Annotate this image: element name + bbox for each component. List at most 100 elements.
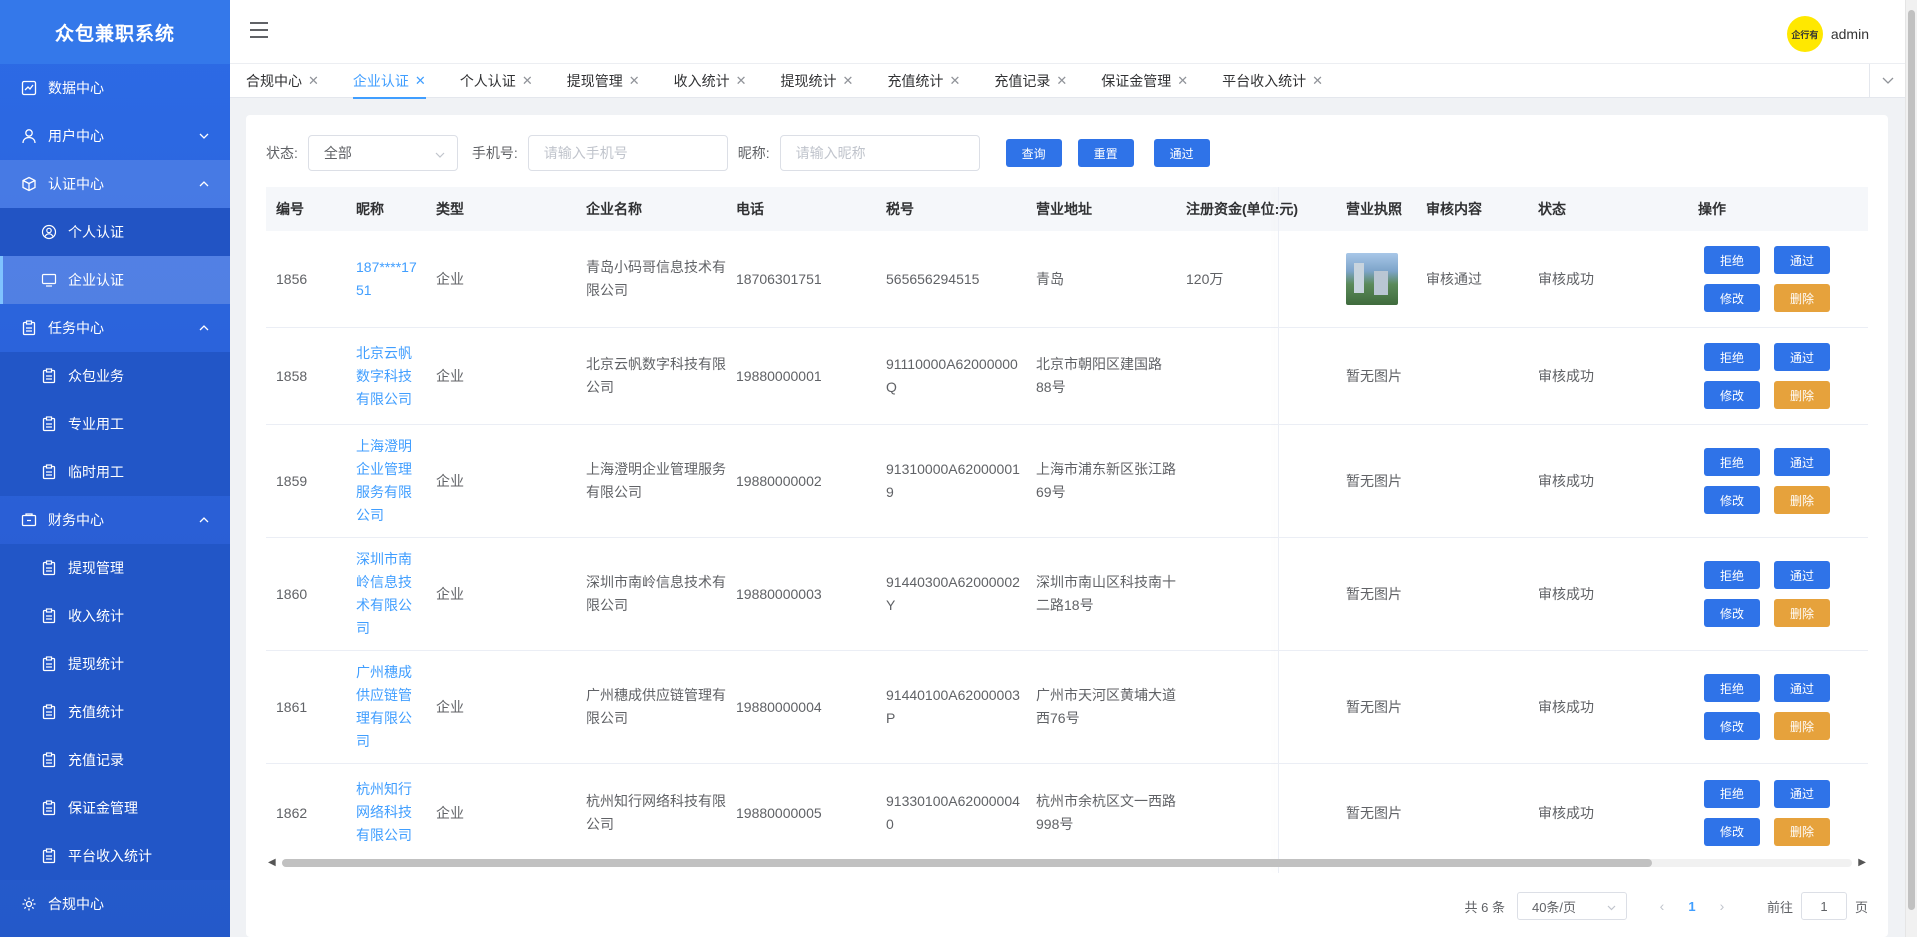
sidebar-item-crowdsource[interactable]: 众包业务 xyxy=(0,352,230,400)
tab-personal-auth[interactable]: 个人认证 ✕ xyxy=(460,64,533,98)
username[interactable]: admin xyxy=(1831,26,1869,42)
reset-button[interactable]: 重置 xyxy=(1077,139,1134,167)
close-icon[interactable]: ✕ xyxy=(1177,73,1188,89)
edit-button[interactable]: 修改 xyxy=(1704,381,1760,409)
scrollbar-thumb[interactable] xyxy=(1908,10,1915,910)
phone-input[interactable] xyxy=(543,145,712,161)
tab-enterprise-auth[interactable]: 企业认证 ✕ xyxy=(352,64,426,99)
sidebar-item-platform-income[interactable]: 平台收入统计 xyxy=(0,832,230,880)
edit-button[interactable]: 修改 xyxy=(1704,284,1760,312)
table-horizontal-scrollbar[interactable]: ◀ ▶ xyxy=(266,855,1868,869)
query-button[interactable]: 查询 xyxy=(1005,139,1062,167)
approve-row-button[interactable]: 通过 xyxy=(1774,674,1830,702)
close-icon[interactable]: ✕ xyxy=(949,73,960,89)
sidebar-item-auth-center[interactable]: 认证中心 xyxy=(0,160,230,208)
sidebar-item-withdraw-mgmt[interactable]: 提现管理 xyxy=(0,544,230,592)
edit-button[interactable]: 修改 xyxy=(1704,599,1760,627)
nickname-input[interactable] xyxy=(795,145,964,161)
scrollbar-thumb[interactable] xyxy=(282,859,1652,867)
approve-row-button[interactable]: 通过 xyxy=(1774,343,1830,371)
approve-row-button[interactable]: 通过 xyxy=(1774,561,1830,589)
delete-button[interactable]: 删除 xyxy=(1774,284,1830,312)
sidebar-item-task-center[interactable]: 任务中心 xyxy=(0,304,230,352)
sidebar-item-income-stats[interactable]: 收入统计 xyxy=(0,592,230,640)
sidebar-item-label: 充值记录 xyxy=(68,752,124,768)
nickname-link[interactable]: 北京云帆数字科技有限公司 xyxy=(356,342,416,411)
goto-page-input[interactable]: 1 xyxy=(1800,892,1847,920)
cell-address: 北京市朝阳区建国路88号 xyxy=(1036,356,1162,395)
avatar[interactable]: 企行有 xyxy=(1786,16,1823,52)
cell-nickname[interactable]: 上海澄明企业管理服务有限公司 xyxy=(346,435,426,527)
next-page-icon[interactable]: › xyxy=(1707,898,1737,914)
chevron-down-icon[interactable] xyxy=(1869,64,1905,98)
sidebar-item-recharge-records[interactable]: 充值记录 xyxy=(0,736,230,784)
close-icon[interactable]: ✕ xyxy=(629,73,640,89)
cell-nickname[interactable]: 深圳市南岭信息技术有限公司 xyxy=(346,548,426,640)
tab-platform-income[interactable]: 平台收入统计 ✕ xyxy=(1222,64,1323,98)
reject-button[interactable]: 拒绝 xyxy=(1704,674,1760,702)
close-icon[interactable]: ✕ xyxy=(736,73,747,89)
sidebar-item-enterprise-auth[interactable]: 企业认证 xyxy=(0,256,230,304)
page-number-current[interactable]: 1 xyxy=(1677,899,1707,914)
delete-button[interactable]: 删除 xyxy=(1774,599,1830,627)
tab-withdraw-stats[interactable]: 提现统计 ✕ xyxy=(781,64,854,98)
sidebar-item-data-center[interactable]: 数据中心 xyxy=(0,64,230,112)
edit-button[interactable]: 修改 xyxy=(1704,817,1760,846)
delete-button[interactable]: 删除 xyxy=(1774,712,1830,740)
tab-compliance-center[interactable]: 合规中心 ✕ xyxy=(246,64,319,98)
reject-button[interactable]: 拒绝 xyxy=(1704,561,1760,589)
approve-row-button[interactable]: 通过 xyxy=(1774,448,1830,476)
reject-button[interactable]: 拒绝 xyxy=(1704,343,1760,371)
sidebar-item-temporary[interactable]: 临时用工 xyxy=(0,448,230,496)
cell-nickname[interactable]: 北京云帆数字科技有限公司 xyxy=(346,342,426,411)
prev-page-icon[interactable]: ‹ xyxy=(1647,898,1677,914)
reject-button[interactable]: 拒绝 xyxy=(1704,779,1760,808)
reject-button[interactable]: 拒绝 xyxy=(1704,448,1760,476)
nickname-link[interactable]: 上海澄明企业管理服务有限公司 xyxy=(356,435,416,527)
close-icon[interactable]: ✕ xyxy=(1056,73,1067,89)
delete-button[interactable]: 删除 xyxy=(1774,486,1830,514)
license-thumbnail[interactable] xyxy=(1346,253,1398,305)
nickname-link[interactable]: 187****1751 xyxy=(356,256,418,302)
approve-row-button[interactable]: 通过 xyxy=(1774,779,1830,808)
tab-withdraw-mgmt[interactable]: 提现管理 ✕ xyxy=(567,64,640,98)
nickname-link[interactable]: 广州穗成供应链管理有限公司 xyxy=(356,661,416,753)
sidebar-item-professional[interactable]: 专业用工 xyxy=(0,400,230,448)
sidebar-item-personal-auth[interactable]: 个人认证 xyxy=(0,208,230,256)
reject-button[interactable]: 拒绝 xyxy=(1704,246,1760,274)
tab-deposit-mgmt[interactable]: 保证金管理 ✕ xyxy=(1101,64,1188,98)
close-icon[interactable]: ✕ xyxy=(415,73,426,89)
delete-button[interactable]: 删除 xyxy=(1774,817,1830,846)
approve-button[interactable]: 通过 xyxy=(1153,139,1210,167)
delete-button[interactable]: 删除 xyxy=(1774,381,1830,409)
scroll-right-icon[interactable]: ▶ xyxy=(1858,857,1866,868)
close-icon[interactable]: ✕ xyxy=(308,73,319,89)
approve-row-button[interactable]: 通过 xyxy=(1774,246,1830,274)
sidebar-item-deposit-mgmt[interactable]: 保证金管理 xyxy=(0,784,230,832)
close-icon[interactable]: ✕ xyxy=(522,73,533,89)
cell-nickname[interactable]: 杭州知行网络科技有限公司 xyxy=(346,778,426,847)
tab-recharge-records[interactable]: 充值记录 ✕ xyxy=(994,64,1067,98)
user-menu[interactable]: 企行有 admin xyxy=(1786,16,1869,52)
page-scrollbar[interactable] xyxy=(1905,0,1917,937)
tab-recharge-stats[interactable]: 充值统计 ✕ xyxy=(887,64,960,98)
status-select[interactable]: 全部 xyxy=(307,135,458,171)
edit-button[interactable]: 修改 xyxy=(1704,486,1760,514)
tab-income-stats[interactable]: 收入统计 ✕ xyxy=(674,64,747,98)
close-icon[interactable]: ✕ xyxy=(843,73,854,89)
menu-toggle-icon[interactable] xyxy=(250,22,268,38)
sidebar-item-user-center[interactable]: 用户中心 xyxy=(0,112,230,160)
clipboard-icon xyxy=(40,799,58,817)
scroll-left-icon[interactable]: ◀ xyxy=(268,857,276,868)
cell-nickname[interactable]: 187****1751 xyxy=(346,256,426,302)
page-size-select[interactable]: 40条/页 xyxy=(1516,892,1627,920)
close-icon[interactable]: ✕ xyxy=(1312,73,1323,89)
sidebar-item-finance-center[interactable]: 财务中心 xyxy=(0,496,230,544)
sidebar-item-withdraw-stats[interactable]: 提现统计 xyxy=(0,640,230,688)
sidebar-item-recharge-stats[interactable]: 充值统计 xyxy=(0,688,230,736)
nickname-link[interactable]: 深圳市南岭信息技术有限公司 xyxy=(356,548,416,640)
edit-button[interactable]: 修改 xyxy=(1704,712,1760,740)
cell-nickname[interactable]: 广州穗成供应链管理有限公司 xyxy=(346,661,426,753)
sidebar-item-compliance-center[interactable]: 合规中心 xyxy=(0,880,230,928)
nickname-link[interactable]: 杭州知行网络科技有限公司 xyxy=(356,778,416,847)
